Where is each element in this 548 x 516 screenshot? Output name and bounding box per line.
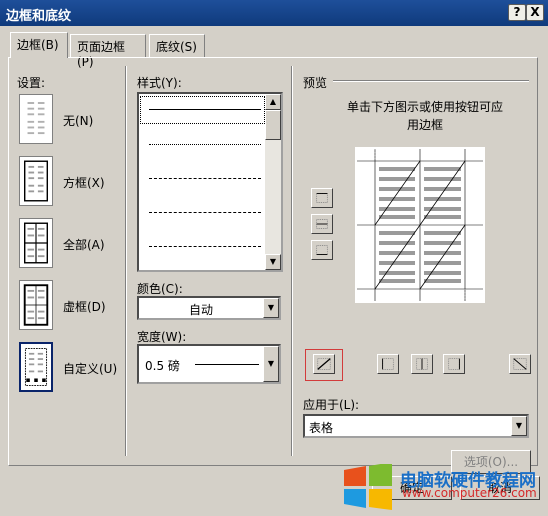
setting-box-label[interactable]: 方框(X) [63,174,105,191]
style-dash[interactable] [149,212,261,213]
style-dash-long[interactable] [149,246,261,247]
setting-none-label[interactable]: 无(N) [63,112,93,129]
diagonal-up-border-icon[interactable] [313,354,335,374]
chevron-down-icon[interactable]: ▼ [511,416,527,436]
preview-heading-rule [333,80,529,82]
color-select[interactable]: 自动 ▼ [137,296,281,320]
preview-heading: 预览 [303,76,328,90]
inside-horizontal-border-icon[interactable] [311,214,333,234]
style-heading: 样式(Y): [137,76,182,90]
right-border-icon[interactable] [443,354,465,374]
inside-vertical-border-icon[interactable] [411,354,433,374]
setting-box-icon[interactable] [19,156,53,206]
setting-all-label[interactable]: 全部(A) [63,236,105,253]
top-border-icon[interactable] [311,188,333,208]
window-title: 边框和底纹 [6,9,72,24]
scroll-thumb[interactable] [265,110,281,140]
scroll-up-icon[interactable]: ▲ [265,94,281,110]
chevron-down-icon[interactable]: ▼ [263,346,279,382]
preview-hint: 单击下方图示或使用按钮可应用边框 [346,100,503,132]
tab-shading-label: 底纹(S) [156,40,197,54]
style-solid[interactable] [149,109,261,110]
windows-logo-icon [344,464,392,510]
width-select[interactable]: 0.5 磅 ▼ [137,344,281,384]
apply-to-select[interactable]: 表格 ▼ [303,414,529,438]
color-value: 自动 [189,303,214,317]
settings-heading: 设置: [17,76,46,90]
divider-right [291,66,293,456]
apply-to-label: 应用于(L): [303,398,360,412]
width-line-sample [195,364,259,365]
width-value: 0.5 磅 [145,359,180,373]
style-dotted[interactable] [149,144,261,145]
width-label: 宽度(W): [137,330,187,344]
close-button[interactable]: X [526,4,544,21]
title-bar: 边框和底纹 ? X [0,0,548,26]
setting-all-icon[interactable] [19,218,53,268]
bottom-border-icon[interactable] [311,240,333,260]
tab-shading[interactable]: 底纹(S) [149,34,205,57]
scroll-down-icon[interactable]: ▼ [265,254,281,270]
setting-grid-icon[interactable] [19,280,53,330]
help-button[interactable]: ? [508,4,526,21]
border-preview[interactable] [355,147,485,303]
setting-grid-label[interactable]: 虚框(D) [63,298,106,315]
style-listbox[interactable]: ▲ ▼ [137,92,283,272]
setting-custom-label[interactable]: 自定义(U) [63,360,117,377]
dialog-body: 边框(B) 页面边框(P) 底纹(S) 设置: 无(N) 方框(X) 全部(A)… [0,26,548,516]
tab-borders-label: 边框(B) [17,38,59,52]
setting-custom-icon[interactable] [19,342,53,392]
diagonal-down-border-icon[interactable] [509,354,531,374]
left-border-icon[interactable] [377,354,399,374]
tab-borders[interactable]: 边框(B) [10,32,68,58]
style-selection [140,96,265,124]
tab-page-borders[interactable]: 页面边框(P) [70,34,146,69]
chevron-down-icon[interactable]: ▼ [263,298,279,318]
setting-none-icon[interactable] [19,94,53,144]
color-label: 颜色(C): [137,282,183,296]
divider-left [125,66,127,456]
watermark-url: www.computer26.com [402,486,537,500]
style-dash-small[interactable] [149,178,261,179]
tab-panel: 设置: 无(N) 方框(X) 全部(A) 虚框(D) 自定义(U) 样式(Y):… [8,57,538,474]
apply-to-value: 表格 [309,421,334,435]
watermark: 电脑软硬件教程网 www.computer26.com [342,464,548,516]
style-scrollbar[interactable]: ▲ ▼ [265,94,281,270]
